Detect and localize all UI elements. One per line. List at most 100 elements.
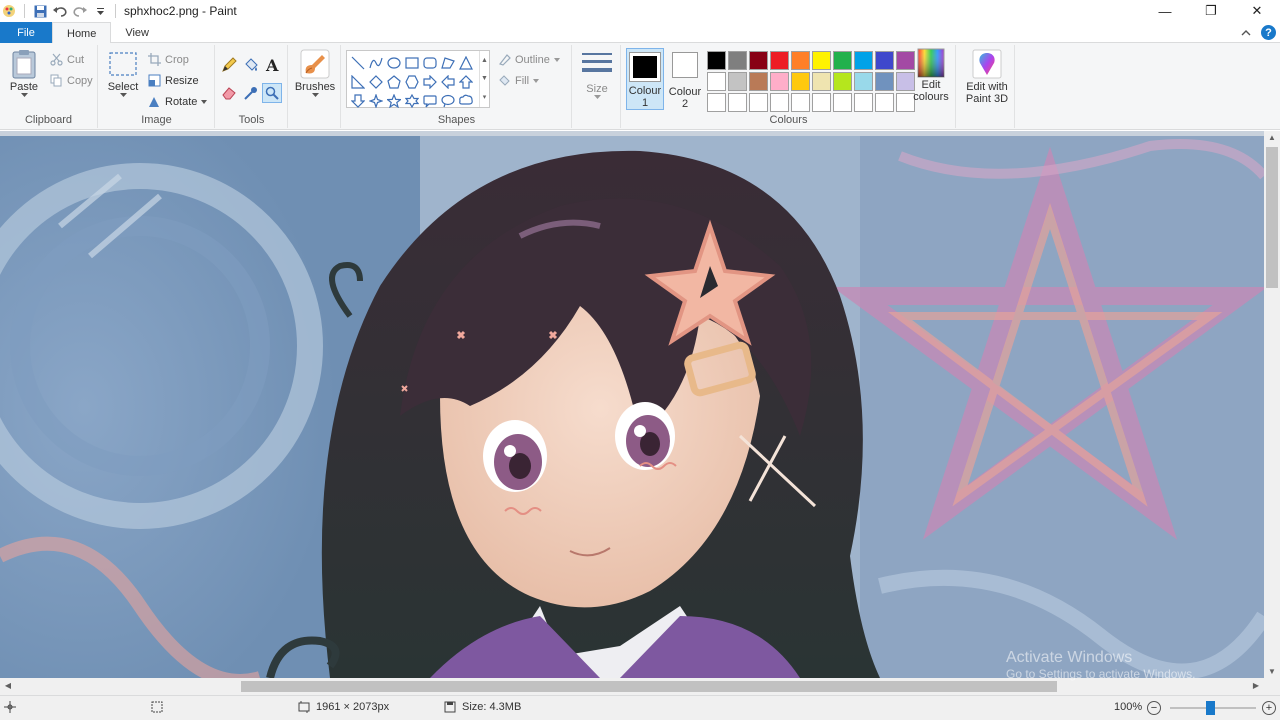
cut-button[interactable]: Cut [50, 53, 84, 66]
zoom-slider-thumb[interactable] [1206, 701, 1215, 715]
scroll-down-icon[interactable]: ▼ [1264, 667, 1280, 676]
rectangle-shape-icon[interactable] [403, 53, 421, 72]
shapes-expand-icon[interactable]: ▾ [483, 93, 487, 101]
fill-bucket-icon[interactable] [243, 57, 259, 76]
close-button[interactable]: ✕ [1234, 0, 1280, 22]
brushes-button[interactable]: Brushes [295, 49, 335, 98]
colours-group: Colour 1 Colour 2 Edit colours Colours [622, 45, 956, 128]
eraser-icon[interactable] [221, 85, 237, 104]
left-arrow-shape-icon[interactable] [439, 72, 457, 91]
undo-icon[interactable] [53, 4, 67, 18]
curve-shape-icon[interactable] [367, 53, 385, 72]
shapes-scroll-down-icon[interactable]: ▼ [481, 75, 488, 82]
palette-swatch[interactable] [749, 51, 768, 70]
rotate-button[interactable]: Rotate [148, 95, 208, 108]
palette-swatch[interactable] [854, 72, 873, 91]
diamond-shape-icon[interactable] [367, 72, 385, 91]
canvas-image[interactable] [0, 136, 1264, 678]
right-triangle-shape-icon[interactable] [349, 72, 367, 91]
copy-button[interactable]: Copy [50, 74, 93, 87]
save-icon[interactable] [33, 4, 47, 18]
fill-button[interactable]: Fill [498, 74, 540, 87]
canvas-area[interactable] [0, 131, 1264, 678]
colour-2-button[interactable]: Colour 2 [666, 49, 704, 111]
palette-swatch[interactable] [707, 51, 726, 70]
triangle-shape-icon[interactable] [457, 53, 475, 72]
palette-swatch[interactable] [791, 72, 810, 91]
vertical-scroll-thumb[interactable] [1266, 147, 1278, 288]
tab-home[interactable]: Home [52, 22, 112, 44]
zoom-in-button[interactable]: + [1262, 701, 1276, 715]
palette-swatch[interactable] [833, 51, 852, 70]
palette-swatch[interactable] [707, 93, 726, 112]
maximize-button[interactable]: ❐ [1188, 0, 1234, 22]
palette-swatch[interactable] [770, 51, 789, 70]
five-point-star-shape-icon[interactable] [385, 91, 403, 110]
line-shape-icon[interactable] [349, 53, 367, 72]
shapes-scroll[interactable]: ▲ ▼ ▾ [479, 51, 489, 107]
collapse-ribbon-icon[interactable] [1241, 27, 1251, 39]
pencil-icon[interactable] [221, 57, 237, 76]
oval-shape-icon[interactable] [385, 53, 403, 72]
size-button[interactable]: Size [579, 51, 615, 100]
palette-swatch[interactable] [728, 72, 747, 91]
palette-swatch[interactable] [770, 72, 789, 91]
palette-swatch[interactable] [875, 72, 894, 91]
paste-button[interactable]: Paste [6, 49, 42, 98]
palette-swatch[interactable] [833, 93, 852, 112]
redo-icon[interactable] [73, 4, 87, 18]
tab-file[interactable]: File [0, 22, 52, 43]
palette-swatch[interactable] [854, 51, 873, 70]
scroll-up-icon[interactable]: ▲ [1264, 133, 1280, 142]
rounded-callout-shape-icon[interactable] [421, 91, 439, 110]
palette-swatch[interactable] [728, 51, 747, 70]
palette-swatch[interactable] [833, 72, 852, 91]
select-button[interactable]: Select [105, 49, 141, 98]
paint-app-icon[interactable] [2, 4, 16, 18]
minimize-button[interactable]: — [1142, 0, 1188, 22]
palette-swatch[interactable] [749, 93, 768, 112]
outline-button[interactable]: Outline [498, 53, 560, 66]
scroll-right-icon[interactable]: ▶ [1248, 681, 1264, 690]
palette-swatch[interactable] [812, 72, 831, 91]
palette-swatch[interactable] [791, 93, 810, 112]
cloud-callout-shape-icon[interactable] [457, 91, 475, 110]
palette-swatch[interactable] [812, 51, 831, 70]
down-arrow-shape-icon[interactable] [349, 91, 367, 110]
four-point-star-shape-icon[interactable] [367, 91, 385, 110]
help-button[interactable]: ? [1261, 25, 1276, 40]
rounded-rectangle-shape-icon[interactable] [421, 53, 439, 72]
resize-button[interactable]: Resize [148, 74, 199, 87]
palette-swatch[interactable] [854, 93, 873, 112]
palette-swatch[interactable] [812, 93, 831, 112]
six-point-star-shape-icon[interactable] [403, 91, 421, 110]
magnifier-icon[interactable] [262, 83, 282, 103]
hexagon-shape-icon[interactable] [403, 72, 421, 91]
customize-toolbar-icon[interactable] [93, 4, 107, 18]
palette-swatch[interactable] [875, 93, 894, 112]
palette-swatch[interactable] [749, 72, 768, 91]
up-arrow-shape-icon[interactable] [457, 72, 475, 91]
edit-colours-button[interactable]: Edit colours [911, 48, 951, 103]
vertical-scrollbar[interactable]: ▲ ▼ [1264, 131, 1280, 678]
palette-swatch[interactable] [875, 51, 894, 70]
pentagon-shape-icon[interactable] [385, 72, 403, 91]
crop-button[interactable]: Crop [148, 53, 189, 66]
text-tool-icon[interactable]: A [266, 56, 278, 75]
palette-swatch[interactable] [791, 51, 810, 70]
zoom-out-button[interactable]: − [1147, 701, 1161, 715]
colour-1-button[interactable]: Colour 1 [626, 48, 664, 110]
palette-swatch[interactable] [770, 93, 789, 112]
polygon-shape-icon[interactable] [439, 53, 457, 72]
tab-view[interactable]: View [111, 22, 163, 43]
scroll-left-icon[interactable]: ◀ [0, 681, 16, 690]
shapes-scroll-up-icon[interactable]: ▲ [481, 57, 488, 64]
edit-with-paint3d-button[interactable]: Edit with Paint 3D [961, 49, 1013, 105]
right-arrow-shape-icon[interactable] [421, 72, 439, 91]
colour-picker-icon[interactable] [243, 85, 259, 104]
horizontal-scroll-thumb[interactable] [241, 681, 1057, 692]
oval-callout-shape-icon[interactable] [439, 91, 457, 110]
palette-swatch[interactable] [707, 72, 726, 91]
palette-swatch[interactable] [728, 93, 747, 112]
cursor-position-icon [4, 701, 16, 713]
